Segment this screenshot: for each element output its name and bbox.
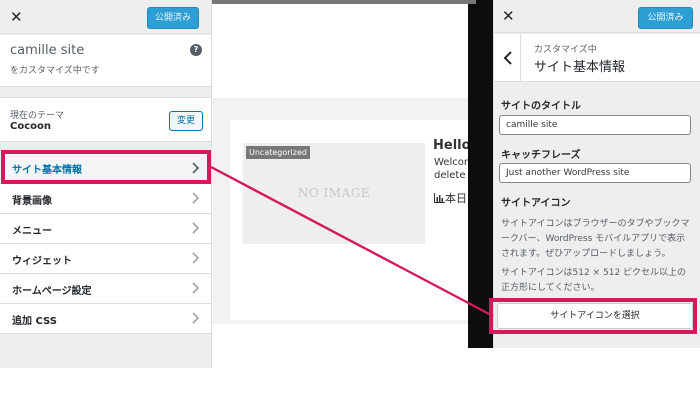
post-excerpt-line: Welcon	[434, 157, 471, 168]
change-theme-button[interactable]: 変更	[169, 111, 203, 131]
preview-edge-strip	[468, 0, 476, 4]
section-title: サイト基本情報	[534, 60, 626, 75]
theme-name: Cocoon	[10, 121, 51, 132]
site-name: camille site	[10, 43, 85, 58]
section-title-box: カスタマイズ中 サイト基本情報	[494, 34, 700, 82]
bar-chart-icon	[434, 193, 445, 203]
site-title-label: サイトのタイトル	[501, 101, 581, 112]
tagline-input[interactable]: Just another WordPress site	[499, 163, 691, 183]
chevron-right-icon	[192, 222, 200, 234]
menu-item-menus[interactable]: メニュー	[0, 214, 211, 244]
site-title-input[interactable]: camille site	[499, 115, 691, 135]
post-date: 本日	[434, 190, 467, 206]
close-icon[interactable]: ✕	[10, 10, 23, 25]
menu-item-label: ホームページ設定	[12, 286, 92, 297]
back-button[interactable]	[494, 34, 521, 82]
publish-button[interactable]: 公開済み	[147, 7, 199, 29]
tagline-label: キャッチフレーズ	[501, 150, 581, 161]
close-icon[interactable]: ✕	[502, 9, 515, 24]
menu-item-additional-css[interactable]: 追加 CSS	[0, 304, 211, 334]
menu-item-label: 追加 CSS	[12, 316, 57, 327]
chevron-right-icon	[192, 312, 200, 324]
post-title[interactable]: Hello	[433, 138, 471, 153]
menu-item-homepage-settings[interactable]: ホームページ設定	[0, 274, 211, 304]
current-theme-label: 現在のテーマ	[10, 111, 65, 121]
preview-top-strip	[212, 0, 468, 4]
chevron-right-icon	[192, 192, 200, 204]
highlight-box-menu	[1, 150, 211, 184]
site-icon-description: サイトアイコンはブラウザーのタブやブックマークバー、WordPress モバイル…	[501, 219, 690, 259]
highlight-box-button	[489, 298, 697, 334]
no-image-text: NO IMAGE	[297, 186, 371, 200]
customizer-header-left: ✕ 公開済み	[0, 0, 211, 34]
screenshot-stage: ✕ 公開済み camille site をカスタマイズ中です ? 現在のテーマ …	[0, 0, 700, 420]
site-icon-size-note: サイトアイコンは512 × 512 ピクセル以上の正方形にしてください。	[501, 268, 687, 293]
post-date-text: 本日	[445, 192, 467, 205]
chevron-right-icon	[192, 252, 200, 264]
menu-item-label: メニュー	[12, 226, 52, 237]
current-theme-box: 現在のテーマ Cocoon 変更	[0, 97, 211, 142]
menu-item-label: ウィジェット	[12, 256, 72, 267]
menu-item-label: 背景画像	[12, 196, 52, 207]
customizer-header-right: ✕ 公開済み	[494, 0, 700, 33]
category-badge: Uncategorized	[246, 146, 310, 159]
chevron-left-icon	[503, 51, 512, 65]
site-info-box: camille site をカスタマイズ中です ?	[0, 35, 211, 87]
menu-item-widgets[interactable]: ウィジェット	[0, 244, 211, 274]
help-icon[interactable]: ?	[190, 44, 202, 56]
publish-button[interactable]: 公開済み	[638, 7, 693, 29]
breadcrumb: カスタマイズ中	[534, 45, 597, 55]
chevron-right-icon	[192, 282, 200, 294]
site-icon-label: サイトアイコン	[501, 198, 571, 209]
customizing-notice: をカスタマイズ中です	[10, 66, 100, 76]
preview-edge-dark	[468, 0, 493, 348]
post-excerpt-line: delete	[434, 170, 466, 181]
menu-item-background-image[interactable]: 背景画像	[0, 184, 211, 214]
preview-separator	[212, 98, 468, 106]
